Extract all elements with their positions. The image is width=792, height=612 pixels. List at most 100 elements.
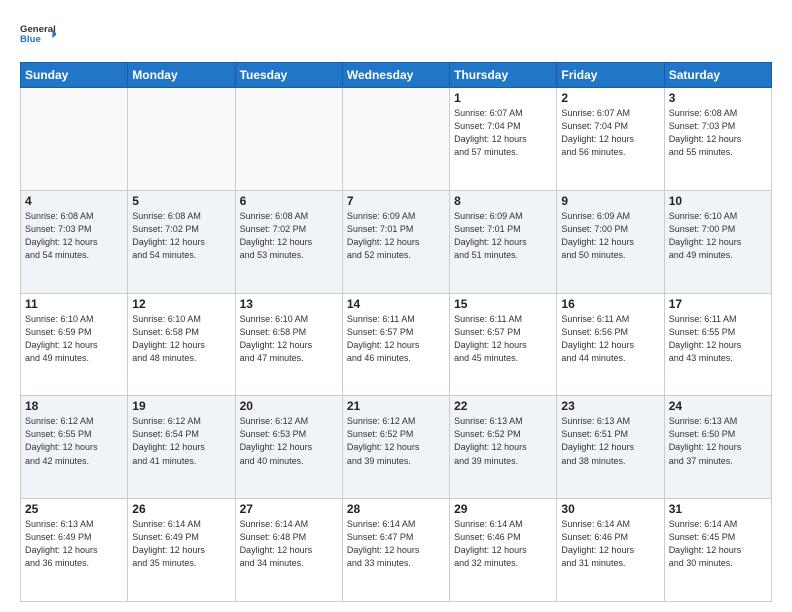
day-number: 25 (25, 502, 123, 516)
calendar-cell-0-1 (128, 88, 235, 191)
day-info: Sunrise: 6:11 AM Sunset: 6:55 PM Dayligh… (669, 313, 767, 365)
day-info: Sunrise: 6:14 AM Sunset: 6:49 PM Dayligh… (132, 518, 230, 570)
day-info: Sunrise: 6:13 AM Sunset: 6:51 PM Dayligh… (561, 415, 659, 467)
calendar-cell-1-5: 9 Sunrise: 6:09 AM Sunset: 7:00 PM Daylig… (557, 190, 664, 293)
day-number: 21 (347, 399, 445, 413)
calendar-cell-2-4: 15Sunrise: 6:11 AM Sunset: 6:57 PM Dayli… (450, 293, 557, 396)
page: General Blue SundayMondayTuesdayWednesda… (0, 0, 792, 612)
header-wednesday: Wednesday (342, 63, 449, 88)
day-info: Sunrise: 6:12 AM Sunset: 6:55 PM Dayligh… (25, 415, 123, 467)
calendar-cell-4-4: 29 Sunrise: 6:14 AM Sunset: 6:46 PM Dayli… (450, 499, 557, 602)
day-info: Sunrise: 6:08 AM Sunset: 7:03 PM Dayligh… (669, 107, 767, 159)
day-number: 27 (240, 502, 338, 516)
day-number: 16 (561, 297, 659, 311)
day-number: 26 (132, 502, 230, 516)
day-info: Sunrise: 6:14 AM Sunset: 6:47 PM Dayligh… (347, 518, 445, 570)
day-number: 18 (25, 399, 123, 413)
day-info: Sunrise: 6:07 AM Sunset: 7:04 PM Dayligh… (561, 107, 659, 159)
day-number: 5 (132, 194, 230, 208)
day-number: 13 (240, 297, 338, 311)
calendar-cell-3-5: 23 Sunrise: 6:13 AM Sunset: 6:51 PM Dayli… (557, 396, 664, 499)
calendar-cell-3-2: 20Sunrise: 6:12 AM Sunset: 6:53 PM Dayli… (235, 396, 342, 499)
calendar-cell-4-0: 25 Sunrise: 6:13 AM Sunset: 6:49 PM Dayli… (21, 499, 128, 602)
week-row-4: 25 Sunrise: 6:13 AM Sunset: 6:49 PM Dayli… (21, 499, 772, 602)
calendar-cell-4-1: 26 Sunrise: 6:14 AM Sunset: 6:49 PM Dayli… (128, 499, 235, 602)
calendar-cell-0-4: 1 Sunrise: 6:07 AM Sunset: 7:04 PM Daylig… (450, 88, 557, 191)
day-info: Sunrise: 6:13 AM Sunset: 6:52 PM Dayligh… (454, 415, 552, 467)
calendar-cell-0-5: 2 Sunrise: 6:07 AM Sunset: 7:04 PM Daylig… (557, 88, 664, 191)
day-number: 1 (454, 91, 552, 105)
day-number: 14 (347, 297, 445, 311)
calendar-table: SundayMondayTuesdayWednesdayThursdayFrid… (20, 62, 772, 602)
day-info: Sunrise: 6:12 AM Sunset: 6:52 PM Dayligh… (347, 415, 445, 467)
day-info: Sunrise: 6:09 AM Sunset: 7:00 PM Dayligh… (561, 210, 659, 262)
day-info: Sunrise: 6:10 AM Sunset: 7:00 PM Dayligh… (669, 210, 767, 262)
calendar-cell-4-6: 31Sunrise: 6:14 AM Sunset: 6:45 PM Dayli… (664, 499, 771, 602)
day-info: Sunrise: 6:14 AM Sunset: 6:46 PM Dayligh… (454, 518, 552, 570)
calendar-cell-1-2: 6Sunrise: 6:08 AM Sunset: 7:02 PM Daylig… (235, 190, 342, 293)
day-info: Sunrise: 6:08 AM Sunset: 7:02 PM Dayligh… (132, 210, 230, 262)
day-info: Sunrise: 6:11 AM Sunset: 6:57 PM Dayligh… (347, 313, 445, 365)
calendar-cell-0-0 (21, 88, 128, 191)
header-tuesday: Tuesday (235, 63, 342, 88)
day-number: 3 (669, 91, 767, 105)
svg-text:Blue: Blue (20, 34, 41, 45)
calendar-cell-1-1: 5 Sunrise: 6:08 AM Sunset: 7:02 PM Daylig… (128, 190, 235, 293)
day-info: Sunrise: 6:13 AM Sunset: 6:49 PM Dayligh… (25, 518, 123, 570)
day-number: 30 (561, 502, 659, 516)
day-info: Sunrise: 6:12 AM Sunset: 6:53 PM Dayligh… (240, 415, 338, 467)
day-number: 7 (347, 194, 445, 208)
day-info: Sunrise: 6:12 AM Sunset: 6:54 PM Dayligh… (132, 415, 230, 467)
day-info: Sunrise: 6:09 AM Sunset: 7:01 PM Dayligh… (347, 210, 445, 262)
day-info: Sunrise: 6:10 AM Sunset: 6:59 PM Dayligh… (25, 313, 123, 365)
day-info: Sunrise: 6:13 AM Sunset: 6:50 PM Dayligh… (669, 415, 767, 467)
header: General Blue (20, 16, 772, 52)
header-saturday: Saturday (664, 63, 771, 88)
day-info: Sunrise: 6:11 AM Sunset: 6:57 PM Dayligh… (454, 313, 552, 365)
calendar-cell-3-3: 21 Sunrise: 6:12 AM Sunset: 6:52 PM Dayli… (342, 396, 449, 499)
calendar-cell-4-5: 30 Sunrise: 6:14 AM Sunset: 6:46 PM Dayli… (557, 499, 664, 602)
day-number: 12 (132, 297, 230, 311)
calendar-cell-4-3: 28 Sunrise: 6:14 AM Sunset: 6:47 PM Dayli… (342, 499, 449, 602)
day-number: 19 (132, 399, 230, 413)
logo-svg: General Blue (20, 16, 56, 52)
calendar-cell-1-3: 7 Sunrise: 6:09 AM Sunset: 7:01 PM Daylig… (342, 190, 449, 293)
calendar-header-row: SundayMondayTuesdayWednesdayThursdayFrid… (21, 63, 772, 88)
calendar-cell-0-6: 3 Sunrise: 6:08 AM Sunset: 7:03 PM Daylig… (664, 88, 771, 191)
calendar-cell-3-6: 24 Sunrise: 6:13 AM Sunset: 6:50 PM Dayli… (664, 396, 771, 499)
day-info: Sunrise: 6:14 AM Sunset: 6:46 PM Dayligh… (561, 518, 659, 570)
day-number: 24 (669, 399, 767, 413)
calendar-cell-3-0: 18 Sunrise: 6:12 AM Sunset: 6:55 PM Dayli… (21, 396, 128, 499)
day-number: 28 (347, 502, 445, 516)
day-info: Sunrise: 6:14 AM Sunset: 6:48 PM Dayligh… (240, 518, 338, 570)
calendar-cell-1-6: 10 Sunrise: 6:10 AM Sunset: 7:00 PM Dayli… (664, 190, 771, 293)
week-row-0: 1 Sunrise: 6:07 AM Sunset: 7:04 PM Daylig… (21, 88, 772, 191)
calendar-cell-2-6: 17 Sunrise: 6:11 AM Sunset: 6:55 PM Dayli… (664, 293, 771, 396)
header-thursday: Thursday (450, 63, 557, 88)
day-info: Sunrise: 6:10 AM Sunset: 6:58 PM Dayligh… (132, 313, 230, 365)
day-number: 17 (669, 297, 767, 311)
day-number: 29 (454, 502, 552, 516)
calendar-cell-1-0: 4Sunrise: 6:08 AM Sunset: 7:03 PM Daylig… (21, 190, 128, 293)
day-number: 10 (669, 194, 767, 208)
day-number: 11 (25, 297, 123, 311)
logo: General Blue (20, 16, 56, 52)
day-info: Sunrise: 6:09 AM Sunset: 7:01 PM Dayligh… (454, 210, 552, 262)
calendar-cell-2-0: 11 Sunrise: 6:10 AM Sunset: 6:59 PM Dayli… (21, 293, 128, 396)
calendar-cell-2-3: 14 Sunrise: 6:11 AM Sunset: 6:57 PM Dayli… (342, 293, 449, 396)
day-info: Sunrise: 6:10 AM Sunset: 6:58 PM Dayligh… (240, 313, 338, 365)
day-info: Sunrise: 6:07 AM Sunset: 7:04 PM Dayligh… (454, 107, 552, 159)
day-info: Sunrise: 6:11 AM Sunset: 6:56 PM Dayligh… (561, 313, 659, 365)
calendar-cell-1-4: 8 Sunrise: 6:09 AM Sunset: 7:01 PM Daylig… (450, 190, 557, 293)
calendar-cell-0-2 (235, 88, 342, 191)
header-friday: Friday (557, 63, 664, 88)
day-number: 8 (454, 194, 552, 208)
calendar-cell-2-1: 12 Sunrise: 6:10 AM Sunset: 6:58 PM Dayli… (128, 293, 235, 396)
day-number: 22 (454, 399, 552, 413)
day-number: 9 (561, 194, 659, 208)
day-number: 2 (561, 91, 659, 105)
day-number: 6 (240, 194, 338, 208)
week-row-1: 4Sunrise: 6:08 AM Sunset: 7:03 PM Daylig… (21, 190, 772, 293)
header-sunday: Sunday (21, 63, 128, 88)
day-number: 23 (561, 399, 659, 413)
